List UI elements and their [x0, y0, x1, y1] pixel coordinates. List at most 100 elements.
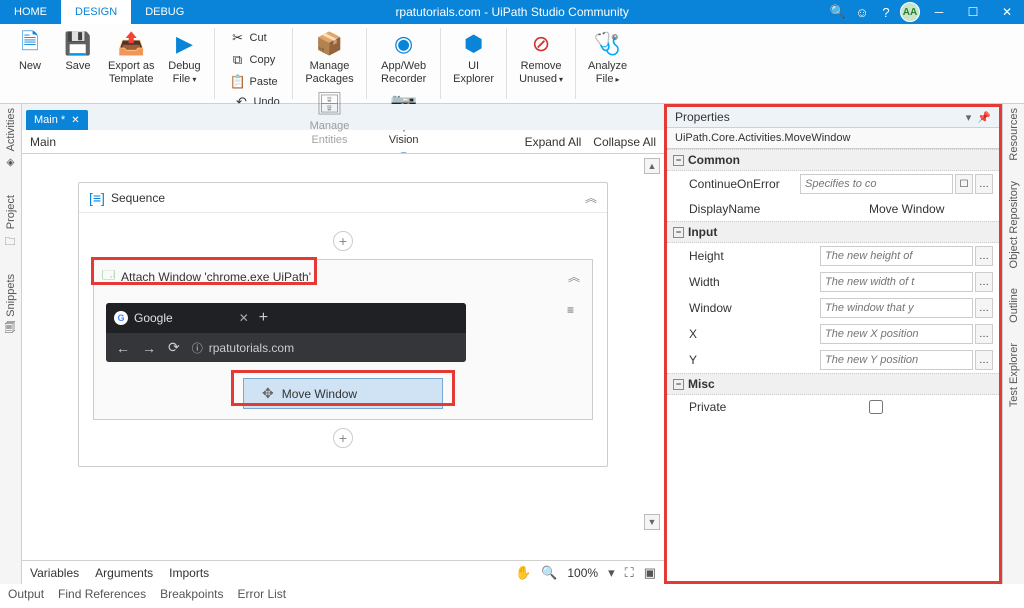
- scroll-up-button[interactable]: ▲: [644, 158, 660, 174]
- collapse-all-button[interactable]: Collapse All: [593, 135, 656, 149]
- continue-on-error-input[interactable]: [800, 174, 953, 194]
- collapse-attach-icon[interactable]: ︽: [568, 268, 580, 285]
- ui-explorer-button[interactable]: ⬢ UI Explorer: [447, 28, 500, 88]
- prop-width: Width …: [667, 269, 999, 295]
- prop-private: Private: [667, 395, 999, 419]
- doc-tab-close-icon[interactable]: ✕: [71, 115, 79, 126]
- expand-all-button[interactable]: Expand All: [525, 135, 582, 149]
- category-input[interactable]: − Input: [667, 221, 999, 243]
- properties-header: Properties ▾ 📌: [667, 107, 999, 128]
- attach-window-activity[interactable]: 🗔 Attach Window 'chrome.exe UiPath' ︽ G: [93, 259, 593, 420]
- display-name-value[interactable]: Move Window: [869, 202, 944, 216]
- rail-outline[interactable]: Outline: [1008, 288, 1020, 323]
- category-misc[interactable]: − Misc: [667, 373, 999, 395]
- pin-icon[interactable]: 📌: [977, 111, 991, 124]
- collapse-icon[interactable]: ︽: [585, 189, 597, 206]
- expression-btn[interactable]: …: [975, 174, 993, 194]
- expression-btn[interactable]: …: [975, 324, 993, 344]
- rail-activities[interactable]: 🞛Activities: [3, 108, 19, 171]
- new-file-icon: 🗎: [16, 30, 44, 58]
- tab-debug[interactable]: DEBUG: [131, 0, 198, 24]
- breakpoints-tab[interactable]: Breakpoints: [160, 587, 223, 601]
- rail-snippets[interactable]: 🗐Snippets: [3, 274, 19, 337]
- move-icon: ✥: [262, 385, 274, 402]
- window-input[interactable]: [820, 298, 973, 318]
- zoom-icon[interactable]: 🔍: [541, 565, 557, 581]
- rail-object-repository[interactable]: Object Repository: [1008, 181, 1020, 268]
- help-icon[interactable]: ?: [874, 0, 898, 24]
- error-list-tab[interactable]: Error List: [237, 587, 286, 601]
- status-bar: Output Find References Breakpoints Error…: [0, 584, 1024, 604]
- copy-button[interactable]: ⧉Copy: [226, 50, 282, 70]
- maximize-button[interactable]: ☐: [956, 0, 990, 24]
- private-checkbox[interactable]: [869, 400, 883, 414]
- arguments-tab[interactable]: Arguments: [95, 566, 153, 580]
- hamburger-icon[interactable]: ≡: [567, 303, 574, 317]
- width-input[interactable]: [820, 272, 973, 292]
- scroll-down-button[interactable]: ▼: [644, 514, 660, 530]
- title-controls: 🔍 ☺ ? AA ─ ☐ ✕: [826, 0, 1024, 24]
- toggle-icon[interactable]: −: [673, 227, 684, 238]
- tab-design[interactable]: DESIGN: [61, 0, 131, 24]
- export-template-button[interactable]: 📤 Export as Template: [102, 28, 160, 88]
- rail-project[interactable]: 🗀Project: [3, 195, 19, 249]
- feedback-icon[interactable]: ☺: [850, 0, 874, 24]
- height-input[interactable]: [820, 246, 973, 266]
- rail-test-explorer[interactable]: Test Explorer: [1008, 343, 1020, 407]
- expression-btn[interactable]: …: [975, 272, 993, 292]
- appweb-recorder-button[interactable]: ◉ App/Web Recorder: [375, 28, 432, 88]
- new-tab-icon: +: [259, 309, 268, 327]
- variables-tab[interactable]: Variables: [30, 566, 79, 580]
- find-references-tab[interactable]: Find References: [58, 587, 146, 601]
- search-icon[interactable]: 🔍: [826, 0, 850, 24]
- expression-btn[interactable]: …: [975, 246, 993, 266]
- overview-icon[interactable]: ▣: [644, 565, 656, 581]
- paste-button[interactable]: 📋Paste: [226, 72, 282, 92]
- imports-tab[interactable]: Imports: [169, 566, 209, 580]
- tab-home[interactable]: HOME: [0, 0, 61, 24]
- expression-btn[interactable]: …: [975, 298, 993, 318]
- rail-resources[interactable]: Resources: [1008, 108, 1020, 161]
- breadcrumb-main[interactable]: Main: [30, 135, 56, 149]
- remove-unused-button[interactable]: ⊘ Remove Unused▾: [513, 28, 569, 88]
- move-window-activity[interactable]: ✥ Move Window: [243, 378, 443, 409]
- doc-tab-main[interactable]: Main * ✕: [26, 110, 88, 130]
- browser-mock: G Google ✕ + ← →: [106, 303, 466, 362]
- right-rail: Resources Object Repository Outline Test…: [1002, 104, 1024, 584]
- toggle-icon[interactable]: −: [673, 155, 684, 166]
- x-input[interactable]: [820, 324, 973, 344]
- fit-to-screen-icon[interactable]: ⛶: [625, 565, 634, 581]
- zoom-dropdown-icon[interactable]: ▾: [608, 565, 615, 581]
- toggle-icon[interactable]: −: [673, 379, 684, 390]
- pan-icon[interactable]: ✋: [515, 565, 531, 581]
- prop-x: X …: [667, 321, 999, 347]
- snippets-icon: 🗐: [3, 320, 19, 336]
- debug-file-button[interactable]: ▶ Debug File▾: [160, 28, 208, 88]
- cut-button[interactable]: ✂Cut: [226, 28, 282, 48]
- url-text: rpatutorials.com: [209, 341, 294, 355]
- category-common[interactable]: − Common: [667, 149, 999, 171]
- entities-icon: 🗄: [315, 90, 343, 118]
- manage-packages-button[interactable]: 📦 Manage Packages: [299, 28, 359, 88]
- prop-y: Y …: [667, 347, 999, 373]
- avatar[interactable]: AA: [898, 0, 922, 24]
- play-icon: ▶: [170, 30, 198, 58]
- sequence-activity[interactable]: [≡] Sequence ︽ + 🗔 Attach Window 'chrome…: [78, 182, 608, 467]
- close-button[interactable]: ✕: [990, 0, 1024, 24]
- sequence-header[interactable]: [≡] Sequence ︽: [79, 183, 607, 213]
- new-button[interactable]: 🗎 New: [6, 28, 54, 88]
- dropdown-icon[interactable]: ▾: [966, 111, 972, 124]
- checkbox-btn[interactable]: ☐: [955, 174, 973, 194]
- y-input[interactable]: [820, 350, 973, 370]
- analyze-file-button[interactable]: 🩺 Analyze File▸: [582, 28, 633, 88]
- reload-icon: ⟳: [168, 339, 180, 356]
- expression-btn[interactable]: …: [975, 350, 993, 370]
- save-button[interactable]: 💾 Save: [54, 28, 102, 88]
- add-activity-button-2[interactable]: +: [333, 428, 353, 448]
- back-icon: ←: [116, 340, 130, 356]
- minimize-button[interactable]: ─: [922, 0, 956, 24]
- canvas[interactable]: ▲ [≡] Sequence ︽ + 🗔 Attach Window 'chro…: [22, 154, 664, 560]
- activity-type: UiPath.Core.Activities.MoveWindow: [667, 128, 999, 149]
- add-activity-button[interactable]: +: [333, 231, 353, 251]
- output-tab[interactable]: Output: [8, 587, 44, 601]
